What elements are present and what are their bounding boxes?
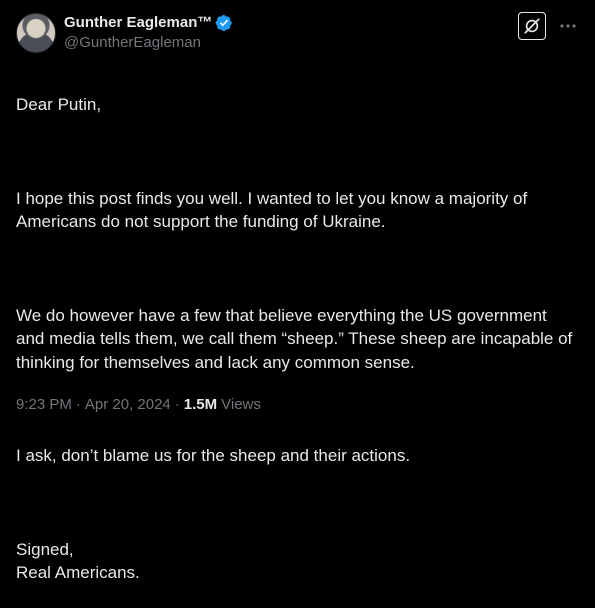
post-date[interactable]: Apr 20, 2024 [85, 395, 171, 415]
meta-separator: · [75, 396, 81, 413]
post-paragraph-intro: I hope this post finds you well. I wante… [16, 189, 528, 232]
views-label[interactable]: Views [221, 395, 261, 415]
avatar[interactable] [16, 13, 56, 53]
grok-icon [524, 18, 540, 34]
more-horizontal-icon[interactable] [558, 16, 578, 36]
post-text: Dear Putin, I hope this post finds you w… [16, 70, 579, 608]
post-header: Gunther Eagleman™ @GuntherEagleman [16, 12, 579, 56]
verified-badge-icon[interactable] [215, 14, 233, 32]
meta-separator: · [174, 396, 180, 413]
author-display-name[interactable]: Gunther Eagleman™ [64, 13, 212, 33]
grok-button[interactable] [518, 12, 546, 40]
post-paragraph-sheep: We do however have a few that believe ev… [16, 306, 573, 372]
post-card: Gunther Eagleman™ @GuntherEagleman Dear … [0, 0, 595, 582]
post-paragraph-request: I ask, don’t blame us for the sheep and … [16, 446, 411, 466]
post-time[interactable]: 9:23 PM [16, 395, 72, 415]
author-info: Gunther Eagleman™ @GuntherEagleman [64, 13, 233, 53]
author-name-row: Gunther Eagleman™ [64, 13, 233, 33]
author-handle[interactable]: @GuntherEagleman [64, 33, 233, 53]
post-metadata: 9:23 PM · Apr 20, 2024 · 1.5M Views [16, 395, 261, 415]
post-paragraph-greeting: Dear Putin, [16, 95, 102, 115]
post-paragraph-signature: Signed, Real Americans. [16, 540, 140, 583]
views-count[interactable]: 1.5M [184, 395, 217, 415]
header-actions [518, 12, 579, 40]
